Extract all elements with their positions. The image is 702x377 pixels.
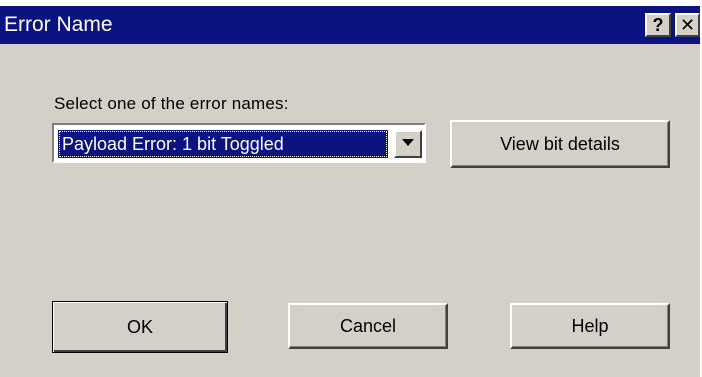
close-icon[interactable]: ✕ <box>675 13 700 37</box>
view-bit-details-button[interactable]: View bit details <box>450 120 670 168</box>
error-name-dialog: Error Name ? ✕ Select one of the error n… <box>0 6 700 377</box>
dropdown-arrow-glyph <box>402 139 414 146</box>
title-bar[interactable]: Error Name ? ✕ <box>0 6 700 44</box>
cancel-button[interactable]: Cancel <box>288 303 448 349</box>
help-button[interactable]: Help <box>510 303 670 349</box>
dialog-title: Error Name <box>4 13 113 36</box>
error-names-prompt: Select one of the error names: <box>54 94 289 113</box>
error-name-select-value[interactable]: Payload Error: 1 bit Toggled <box>58 130 388 158</box>
ok-button[interactable]: OK <box>52 301 228 353</box>
help-icon[interactable]: ? <box>645 13 671 37</box>
error-name-select[interactable]: Payload Error: 1 bit Toggled <box>52 123 426 163</box>
chevron-down-icon[interactable] <box>394 130 422 158</box>
